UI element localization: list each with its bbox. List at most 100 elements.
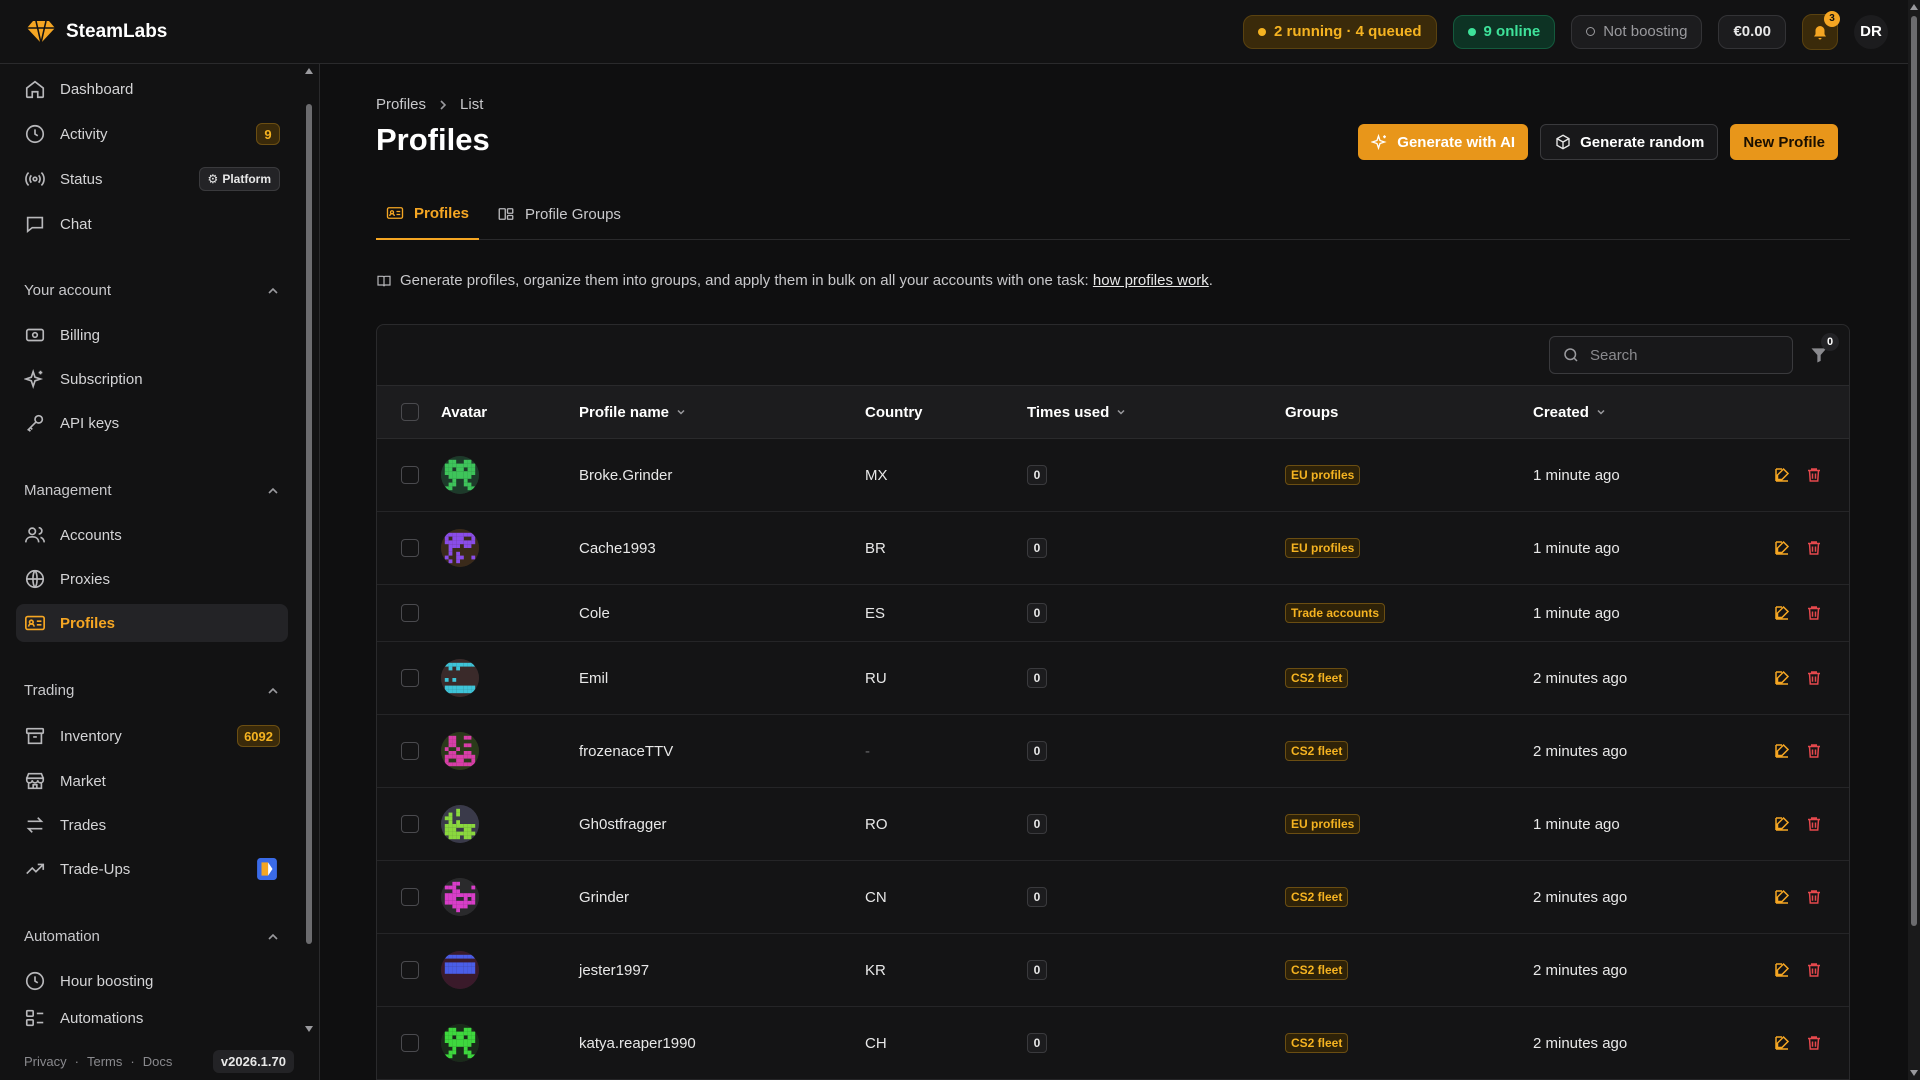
- sidebar-item-automations[interactable]: Automations: [16, 1006, 288, 1030]
- sidebar-item-status[interactable]: Status ⚙ Platform: [16, 160, 288, 198]
- trash-icon[interactable]: [1805, 539, 1823, 557]
- user-avatar[interactable]: DR: [1854, 14, 1888, 49]
- trash-icon[interactable]: [1805, 1034, 1823, 1052]
- group-tag[interactable]: EU profiles: [1285, 465, 1361, 485]
- boost-status-pill[interactable]: Not boosting: [1571, 14, 1703, 49]
- sidebar-item-trades[interactable]: Trades: [16, 806, 288, 844]
- scroll-down-arrow[interactable]: [1910, 1070, 1918, 1076]
- queue-status-pill[interactable]: 2 running · 4 queued: [1243, 14, 1437, 49]
- sidebar-item-proxies[interactable]: Proxies: [16, 560, 288, 598]
- group-tag[interactable]: CS2 fleet: [1285, 668, 1349, 688]
- search-field[interactable]: [1549, 336, 1793, 374]
- generate-random-button[interactable]: Generate random: [1540, 124, 1719, 160]
- created-time: 2 minutes ago: [1533, 961, 1628, 979]
- column-header-name[interactable]: Profile name: [579, 404, 687, 421]
- sidebar-item-hour-boosting[interactable]: Hour boosting: [16, 962, 288, 1000]
- scroll-thumb[interactable]: [306, 104, 312, 944]
- table-row[interactable]: katya.reaper1990 CH 0 CS2 fleet 2 minute…: [377, 1007, 1849, 1080]
- terms-link[interactable]: Terms: [87, 1054, 122, 1069]
- table-row[interactable]: Grinder CN 0 CS2 fleet 2 minutes ago: [377, 861, 1849, 934]
- edit-icon[interactable]: [1773, 888, 1791, 906]
- row-checkbox[interactable]: [401, 604, 419, 622]
- filter-button[interactable]: 0: [1805, 333, 1839, 369]
- sidebar-item-inventory[interactable]: Inventory 6092: [16, 717, 288, 755]
- sidebar-item-profiles[interactable]: Profiles: [16, 604, 288, 642]
- row-checkbox[interactable]: [401, 539, 419, 557]
- row-checkbox[interactable]: [401, 742, 419, 760]
- trash-icon[interactable]: [1805, 742, 1823, 760]
- scroll-thumb[interactable]: [1911, 16, 1917, 926]
- edit-icon[interactable]: [1773, 961, 1791, 979]
- trash-icon[interactable]: [1805, 888, 1823, 906]
- sidebar-item-activity[interactable]: Activity 9: [16, 115, 288, 153]
- table-row[interactable]: Emil RU 0 CS2 fleet 2 minutes ago: [377, 642, 1849, 715]
- row-checkbox[interactable]: [401, 961, 419, 979]
- page-scrollbar[interactable]: [1908, 0, 1920, 1080]
- group-tag[interactable]: Trade accounts: [1285, 603, 1386, 623]
- edit-icon[interactable]: [1773, 815, 1791, 833]
- section-trading[interactable]: Trading: [24, 682, 280, 699]
- edit-icon[interactable]: [1773, 539, 1791, 557]
- section-management[interactable]: Management: [24, 482, 280, 499]
- edit-icon[interactable]: [1773, 742, 1791, 760]
- section-automation[interactable]: Automation: [24, 928, 280, 945]
- scroll-up-arrow[interactable]: [305, 68, 313, 74]
- row-checkbox[interactable]: [401, 466, 419, 484]
- group-tag[interactable]: EU profiles: [1285, 814, 1361, 834]
- group-tag[interactable]: EU profiles: [1285, 538, 1361, 558]
- sidebar-item-subscription[interactable]: Subscription: [16, 360, 288, 398]
- scroll-down-arrow[interactable]: [305, 1026, 313, 1032]
- tab-profiles[interactable]: Profiles: [376, 188, 480, 240]
- group-tag[interactable]: CS2 fleet: [1285, 887, 1349, 907]
- edit-icon[interactable]: [1773, 669, 1791, 687]
- sidebar-item-accounts[interactable]: Accounts: [16, 516, 288, 554]
- trash-icon[interactable]: [1805, 669, 1823, 687]
- balance-pill[interactable]: €0.00: [1718, 14, 1786, 49]
- select-all-checkbox[interactable]: [401, 403, 419, 421]
- table-row[interactable]: Cache1993 BR 0 EU profiles 1 minute ago: [377, 512, 1849, 585]
- sidebar-item-trade-ups[interactable]: Trade-Ups: [16, 850, 288, 888]
- trash-icon[interactable]: [1805, 961, 1823, 979]
- how-profiles-work-link[interactable]: how profiles work: [1093, 272, 1209, 289]
- tab-profile-groups[interactable]: Profile Groups: [487, 188, 631, 240]
- table-row[interactable]: jester1997 KR 0 CS2 fleet 2 minutes ago: [377, 934, 1849, 1007]
- sidebar-item-label: Trade-Ups: [60, 860, 131, 878]
- trash-icon[interactable]: [1805, 604, 1823, 622]
- column-header-times-used[interactable]: Times used: [1027, 404, 1127, 421]
- group-tag[interactable]: CS2 fleet: [1285, 1033, 1349, 1053]
- edit-icon[interactable]: [1773, 466, 1791, 484]
- privacy-link[interactable]: Privacy: [24, 1054, 67, 1069]
- table-row[interactable]: Gh0stfragger RO 0 EU profiles 1 minute a…: [377, 788, 1849, 861]
- breadcrumb-profiles[interactable]: Profiles: [376, 96, 426, 113]
- row-checkbox[interactable]: [401, 1034, 419, 1052]
- table-row[interactable]: frozenaceTTV - 0 CS2 fleet 2 minutes ago: [377, 715, 1849, 788]
- table-row[interactable]: Broke.Grinder MX 0 EU profiles 1 minute …: [377, 439, 1849, 512]
- row-checkbox[interactable]: [401, 669, 419, 687]
- sidebar-scrollbar[interactable]: [302, 64, 316, 1036]
- row-checkbox[interactable]: [401, 815, 419, 833]
- trash-icon[interactable]: [1805, 466, 1823, 484]
- edit-icon[interactable]: [1773, 1034, 1791, 1052]
- sidebar-item-dashboard[interactable]: Dashboard: [16, 70, 288, 108]
- sidebar-item-chat[interactable]: Chat: [16, 205, 288, 243]
- table-row[interactable]: Cole ES 0 Trade accounts 1 minute ago: [377, 585, 1849, 642]
- new-profile-button[interactable]: New Profile: [1730, 124, 1838, 160]
- sidebar-item-api-keys[interactable]: API keys: [16, 404, 288, 442]
- times-used-count: 0: [1027, 741, 1047, 761]
- group-tag[interactable]: CS2 fleet: [1285, 960, 1349, 980]
- scroll-up-arrow[interactable]: [1910, 4, 1918, 10]
- search-input[interactable]: [1590, 346, 1770, 364]
- edit-icon[interactable]: [1773, 604, 1791, 622]
- sidebar-item-billing[interactable]: Billing: [16, 316, 288, 354]
- notifications-button[interactable]: 3: [1802, 10, 1840, 50]
- sidebar-item-market[interactable]: Market: [16, 762, 288, 800]
- app-logo[interactable]: SteamLabs: [26, 19, 167, 45]
- column-header-created[interactable]: Created: [1533, 404, 1607, 421]
- group-tag[interactable]: CS2 fleet: [1285, 741, 1349, 761]
- section-your-account[interactable]: Your account: [24, 282, 280, 299]
- docs-link[interactable]: Docs: [143, 1054, 173, 1069]
- online-status-pill[interactable]: 9 online: [1452, 14, 1556, 49]
- trash-icon[interactable]: [1805, 815, 1823, 833]
- generate-with-ai-button[interactable]: Generate with AI: [1358, 124, 1529, 160]
- row-checkbox[interactable]: [401, 888, 419, 906]
